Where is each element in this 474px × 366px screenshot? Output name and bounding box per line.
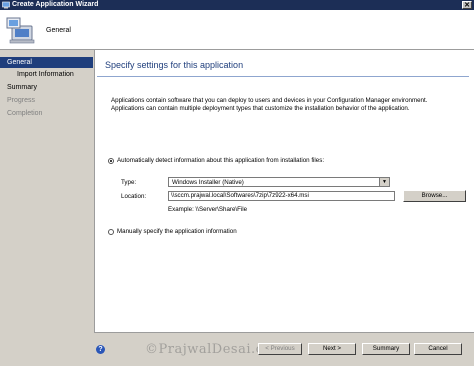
footer-divider <box>94 332 474 333</box>
manual-radio[interactable] <box>108 229 114 235</box>
type-label: Type: <box>121 179 137 186</box>
summary-button[interactable]: Summary <box>362 343 410 355</box>
wizard-header: General <box>0 10 474 50</box>
close-button[interactable]: ✕ <box>462 1 472 9</box>
auto-detect-radio[interactable] <box>108 158 114 164</box>
location-label: Location: <box>121 193 147 200</box>
computer-icon <box>6 17 35 44</box>
header-title: General <box>46 27 71 34</box>
nav-item-general[interactable]: General <box>0 57 93 68</box>
title-bar: Create Application Wizard ✕ <box>0 0 474 10</box>
location-example: Example: \\Server\Share\File <box>168 206 248 213</box>
nav-item-summary[interactable]: Summary <box>0 82 93 93</box>
description-text: Applications contain software that you c… <box>111 97 428 112</box>
previous-button: < Previous <box>258 343 302 355</box>
location-input[interactable]: \\sccm.prajwal.local\Softwares\7zip\7z92… <box>168 191 395 201</box>
nav-item-progress: Progress <box>7 97 36 104</box>
wizard-navigation: General Import Information Summary Progr… <box>0 57 93 366</box>
content-pane: Specify settings for this application Ap… <box>94 50 474 332</box>
help-icon[interactable]: ? <box>96 345 105 354</box>
wizard-icon <box>2 1 10 9</box>
type-dropdown[interactable]: Windows Installer (Native) ▼ <box>168 177 390 187</box>
browse-button[interactable]: Browse... <box>403 190 466 202</box>
auto-detect-label[interactable]: Automatically detect information about t… <box>117 157 324 164</box>
type-value: Windows Installer (Native) <box>172 179 244 186</box>
manual-label[interactable]: Manually specify the application informa… <box>117 228 237 235</box>
window-title: Create Application Wizard <box>12 1 99 8</box>
chevron-down-icon[interactable]: ▼ <box>379 178 389 186</box>
next-button[interactable]: Next > <box>308 343 356 355</box>
cancel-button[interactable]: Cancel <box>414 343 462 355</box>
nav-item-completion: Completion <box>7 110 43 117</box>
nav-item-import-information[interactable]: Import Information <box>0 69 93 80</box>
page-title: Specify settings for this application <box>105 60 244 70</box>
title-divider <box>97 76 469 77</box>
